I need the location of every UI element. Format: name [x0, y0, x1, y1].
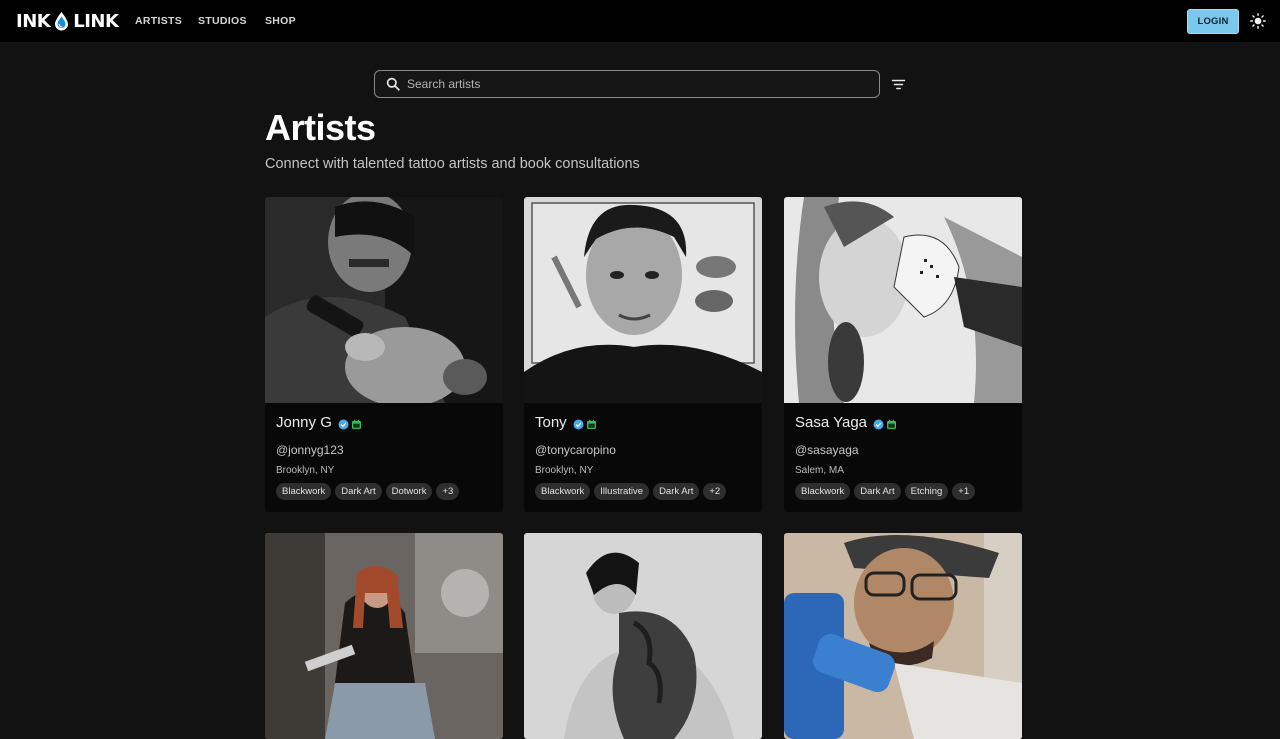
artist-card[interactable]: [784, 533, 1022, 739]
login-button[interactable]: LOGIN: [1187, 9, 1239, 34]
top-nav-bar: INK LINK ARTISTS STUDIOS SHOP LOGIN: [0, 0, 1280, 42]
more-tags-badge[interactable]: +1: [952, 483, 976, 500]
calendar-icon: [586, 417, 597, 429]
style-tag: Blackwork: [535, 483, 591, 500]
nav-studios[interactable]: STUDIOS: [198, 15, 247, 27]
style-tag: Dotwork: [385, 483, 433, 500]
artist-card[interactable]: [265, 533, 503, 739]
style-tag: Etching: [904, 483, 949, 500]
artist-name: Tony: [535, 414, 597, 431]
artist-photo: [524, 533, 762, 739]
more-tags-badge[interactable]: +3: [436, 483, 460, 500]
style-tag: Dark Art: [653, 483, 700, 500]
style-tag: Illustrative: [594, 483, 650, 500]
page-title: Artists: [265, 107, 376, 148]
calendar-icon: [886, 417, 897, 429]
artist-photo: [265, 533, 503, 739]
artist-card-body: Tony @tonycaropino Brooklyn, NY Blackwor…: [524, 403, 762, 512]
artist-location: Salem, MA: [795, 465, 844, 476]
artist-handle[interactable]: @sasayaga: [795, 443, 859, 457]
artist-card-body: Sasa Yaga @sasayaga Salem, MA Blackwork …: [784, 403, 1022, 512]
search-icon: [386, 77, 400, 91]
filter-icon[interactable]: [890, 76, 907, 93]
style-tag: Blackwork: [276, 483, 332, 500]
artist-name-text: Tony: [535, 414, 567, 431]
style-tags: Blackwork Dark Art Dotwork +3: [276, 483, 460, 500]
search-input[interactable]: [407, 77, 847, 91]
artist-photo: [524, 197, 762, 403]
artist-location: Brooklyn, NY: [535, 465, 594, 476]
ink-drop-icon: [53, 11, 70, 31]
artist-photo: [784, 197, 1022, 403]
nav-shop[interactable]: SHOP: [265, 15, 296, 27]
brand-logo-right: LINK: [73, 10, 119, 32]
style-tag: Dark Art: [335, 483, 382, 500]
artist-name-text: Sasa Yaga: [795, 414, 868, 431]
artist-photo: [784, 533, 1022, 739]
calendar-icon: [351, 417, 362, 429]
verified-icon: [573, 417, 584, 430]
artist-name-text: Jonny G: [276, 414, 332, 431]
brand-logo[interactable]: INK LINK: [16, 10, 119, 32]
artist-card[interactable]: Jonny G @jonnyg123 Brooklyn, NY Blackwor…: [265, 197, 503, 512]
artist-handle[interactable]: @jonnyg123: [276, 443, 344, 457]
artist-card[interactable]: Tony @tonycaropino Brooklyn, NY Blackwor…: [524, 197, 762, 512]
nav-artists[interactable]: ARTISTS: [135, 15, 182, 27]
search-bar[interactable]: [374, 70, 880, 98]
style-tags: Blackwork Illustrative Dark Art +2: [535, 483, 727, 500]
verified-icon: [873, 417, 884, 430]
page-subtitle: Connect with talented tattoo artists and…: [265, 156, 640, 172]
artist-photo: [265, 197, 503, 403]
artist-name: Jonny G: [276, 414, 362, 431]
sun-icon[interactable]: [1250, 13, 1266, 29]
artist-name: Sasa Yaga: [795, 414, 897, 431]
artist-card[interactable]: [524, 533, 762, 739]
artist-handle[interactable]: @tonycaropino: [535, 443, 616, 457]
style-tag: Blackwork: [795, 483, 851, 500]
artist-card-body: Jonny G @jonnyg123 Brooklyn, NY Blackwor…: [265, 403, 503, 512]
artist-card[interactable]: Sasa Yaga @sasayaga Salem, MA Blackwork …: [784, 197, 1022, 512]
verified-icon: [338, 417, 349, 430]
style-tags: Blackwork Dark Art Etching +1: [795, 483, 976, 500]
artist-location: Brooklyn, NY: [276, 465, 335, 476]
style-tag: Dark Art: [854, 483, 901, 500]
more-tags-badge[interactable]: +2: [703, 483, 727, 500]
brand-logo-left: INK: [16, 10, 51, 32]
